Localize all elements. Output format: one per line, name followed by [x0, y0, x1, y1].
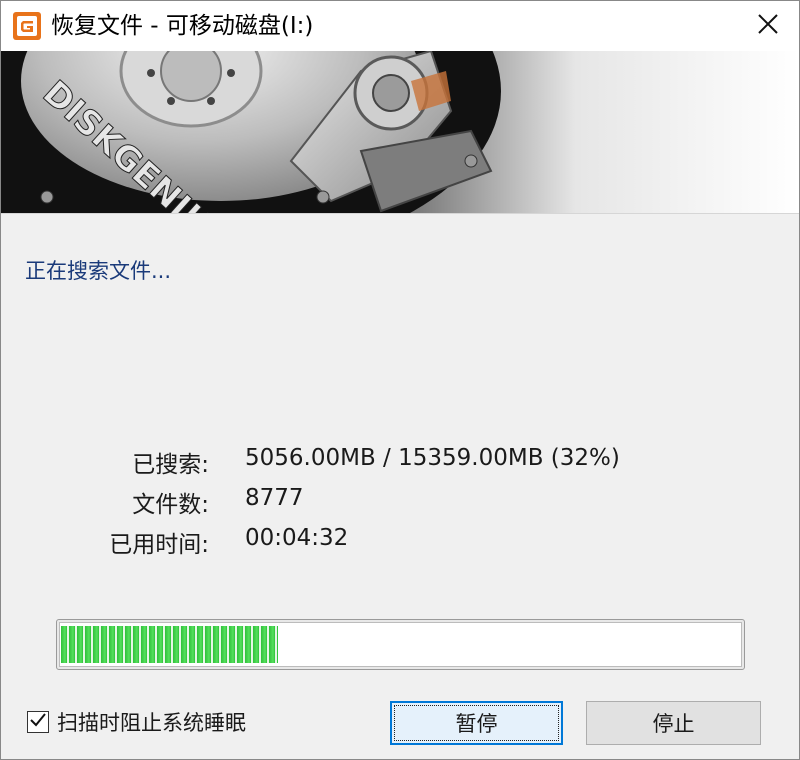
progress-fill: [61, 626, 278, 663]
recover-files-dialog: 恢复文件 - 可移动磁盘(I:) DISKGENIUS 正在搜索文件... 已搜…: [0, 0, 800, 760]
window-title: 恢复文件 - 可移动磁盘(I:): [51, 13, 314, 39]
searched-value: 5056.00MB / 15359.00MB (32%): [245, 445, 620, 471]
close-icon: [757, 13, 779, 39]
prevent-sleep-checkbox[interactable]: [27, 711, 49, 733]
elapsed-time-value: 00:04:32: [245, 525, 349, 551]
focus-rectangle: [394, 705, 559, 741]
stop-button[interactable]: 停止: [586, 701, 761, 745]
search-status-text: 正在搜索文件...: [25, 259, 172, 283]
file-count-label: 文件数:: [132, 492, 209, 518]
prevent-sleep-label: 扫描时阻止系统睡眠: [57, 711, 246, 735]
pause-button[interactable]: 暂停: [390, 701, 563, 745]
title-bar[interactable]: 恢复文件 - 可移动磁盘(I:): [1, 1, 799, 51]
search-progress-bar: [56, 619, 745, 670]
stop-button-label: 停止: [652, 712, 695, 736]
diskgenius-app-icon: [13, 12, 41, 40]
banner-divider: [1, 213, 799, 214]
file-count-value: 8777: [245, 485, 304, 511]
searched-label: 已搜索:: [132, 452, 209, 478]
close-button[interactable]: [737, 1, 799, 51]
hard-disk-banner: DISKGENIUS: [1, 51, 799, 213]
progress-track-inner: [59, 622, 742, 667]
elapsed-time-label: 已用时间:: [109, 532, 209, 558]
prevent-sleep-option[interactable]: 扫描时阻止系统睡眠: [27, 707, 246, 737]
checkmark-icon: [29, 711, 47, 733]
hard-disk-image: DISKGENIUS: [1, 51, 501, 213]
